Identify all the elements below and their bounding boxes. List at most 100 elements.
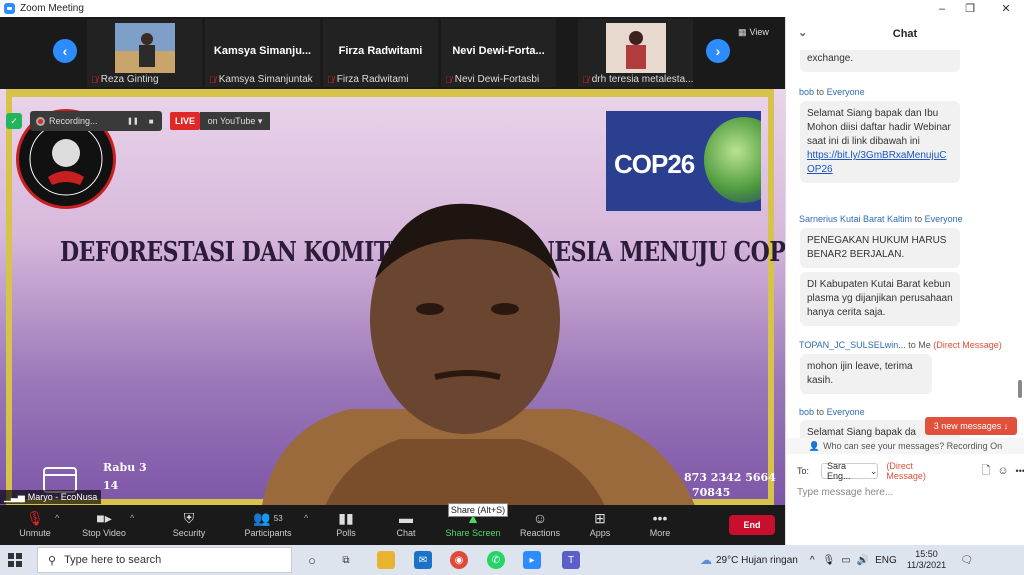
network-icon[interactable]: ▭ <box>841 555 850 566</box>
speaker-figure <box>262 203 695 505</box>
taskbar-search-box[interactable]: ⚲ Type here to search <box>37 547 292 573</box>
teams-icon[interactable]: T <box>562 551 580 569</box>
system-tray: ☁ 29°C Hujan ringan ^ 🎙 ▭ 🔊 ENG 15:50 11/… <box>700 545 973 575</box>
participant-display-name: Kamsya Simanju... <box>213 45 312 57</box>
notifications-icon[interactable]: 🗨 <box>960 555 973 566</box>
recipient-dropdown[interactable]: Sara Eng... ⌄ <box>821 461 879 481</box>
apps-icon: ⊞ <box>594 509 606 526</box>
weather-text[interactable]: 29°C Hujan ringan <box>716 555 798 566</box>
participant-display-name: Firza Radwitami <box>338 45 423 57</box>
shield-icon: ⛨ <box>183 509 195 526</box>
chevron-down-icon[interactable]: ⌄ <box>798 26 807 39</box>
title-bar: Zoom Meeting – ❐ ✕ <box>0 0 1024 17</box>
participant-label: 🎙̸ Reza Ginting <box>91 74 159 85</box>
security-shield-icon[interactable]: ✓ <box>6 113 22 129</box>
signal-icon: ▁▃▅ <box>4 491 25 502</box>
view-button[interactable]: ▦ View <box>738 25 778 39</box>
participant-photo <box>606 23 666 73</box>
participants-count: 53 <box>273 513 283 523</box>
file-icon[interactable]: 🗋 <box>981 462 990 481</box>
message-sender: TOPAN_JC_SULSELwin... to Me (Direct Mess… <box>799 340 1002 350</box>
chat-message: DI Kabupaten Kutai Barat kebun plasma yg… <box>800 272 960 326</box>
active-speaker-video: COP26 DEFORESTASI DAN KOMITME M INDONESI… <box>0 89 785 505</box>
muted-mic-icon: 🎙̸ <box>445 74 452 85</box>
chat-bubble-icon: ▬ <box>399 510 413 526</box>
chrome-icon[interactable]: ◉ <box>450 551 468 569</box>
message-sender: bob to Everyone <box>799 407 865 417</box>
participants-icon: 👥 53 <box>253 509 283 526</box>
more-options-icon[interactable]: ••• <box>1016 466 1024 476</box>
video-camera-icon: ■▸ <box>96 509 112 526</box>
end-meeting-button[interactable]: End <box>729 515 775 535</box>
maximize-button[interactable]: ❐ <box>954 0 986 17</box>
pause-recording-button[interactable]: ❚❚ <box>127 117 139 125</box>
participants-options-caret[interactable]: ^ <box>304 513 308 523</box>
stop-recording-button[interactable]: ■ <box>149 117 154 126</box>
cop26-logo: COP26 <box>606 111 761 211</box>
task-view-icon[interactable]: ⧉ <box>337 551 355 569</box>
more-button[interactable]: ••• More <box>625 509 695 543</box>
muted-mic-icon: 🎙̸ <box>91 74 98 85</box>
windows-start-icon[interactable] <box>8 553 22 567</box>
chevron-down-icon: ⌄ <box>869 465 878 476</box>
participant-label: 🎙̸ Kamsya Simanjuntak <box>209 74 313 85</box>
live-platform-dropdown[interactable]: on YouTube ▾ <box>200 112 270 130</box>
speaker-name-label: ▁▃▅ Maryo - EcoNusa <box>0 490 102 504</box>
chat-messages[interactable]: exchange. bob to Everyone Selamat Siang … <box>786 50 1024 443</box>
clock[interactable]: 15:50 11/3/2021 <box>907 549 946 571</box>
zoom-taskbar-icon[interactable]: ▸ <box>523 551 541 569</box>
security-button[interactable]: ⛨ Security <box>154 509 224 543</box>
live-badge[interactable]: LIVE <box>170 112 200 130</box>
stop-video-button[interactable]: ■▸ Stop Video <box>69 509 139 543</box>
bar-chart-icon: ▮▮ <box>338 509 354 526</box>
audio-options-caret[interactable]: ^ <box>55 513 59 523</box>
chat-message: Selamat Siang bapak dan Ibu Mohon diisi … <box>800 101 960 183</box>
participant-tile[interactable]: 🎙̸ drh teresia metalesta... <box>578 19 693 87</box>
participant-display-name: Nevi Dewi-Fortа... <box>452 45 545 57</box>
participant-tile[interactable]: Firza Radwitami 🎙̸ Firza Radwitami <box>323 19 438 87</box>
mail-icon[interactable]: ✉ <box>414 551 432 569</box>
video-options-caret[interactable]: ^ <box>130 513 134 523</box>
record-dot-icon <box>36 116 45 126</box>
participant-label: 🎙̸ Firza Radwitami <box>327 74 409 85</box>
muted-mic-icon: 🎙̸ <box>209 74 216 85</box>
participant-tile[interactable]: 🎙̸ Reza Ginting <box>87 19 202 87</box>
chat-message: exchange. <box>800 50 960 72</box>
close-button[interactable]: ✕ <box>990 0 1022 17</box>
recipient-bar: To: Sara Eng... ⌄ (Direct Message) 🗋 ☺ ••… <box>786 461 1024 481</box>
participants-button[interactable]: 👥 53 Participants <box>233 509 303 543</box>
muted-mic-icon: 🎙̸ <box>327 74 334 85</box>
volume-icon[interactable]: 🔊 <box>857 555 869 566</box>
chat-button[interactable]: ▬ Chat <box>371 509 441 543</box>
muted-mic-icon: 🎙̸ <box>582 74 589 85</box>
file-explorer-icon[interactable] <box>377 551 395 569</box>
zoom-logo-icon <box>4 3 15 14</box>
chevron-up-icon[interactable]: ^ <box>810 555 815 566</box>
mic-icon[interactable]: 🎙 <box>823 555 836 566</box>
language-indicator[interactable]: ENG <box>875 555 897 566</box>
chat-title: Chat <box>892 27 918 40</box>
whatsapp-icon[interactable]: ✆ <box>487 551 505 569</box>
cortana-icon[interactable]: ○ <box>303 551 321 569</box>
participant-tile[interactable]: Kamsya Simanju... 🎙̸ Kamsya Simanjuntak <box>205 19 320 87</box>
smiley-plus-icon: ☺ <box>532 510 548 526</box>
participant-tile[interactable]: Nevi Dewi-Fortа... 🎙̸ Nevi Dewi-Fortasbi <box>441 19 556 87</box>
next-page-button[interactable]: › <box>706 39 730 63</box>
unmute-button[interactable]: 🎙 Unmute <box>0 509 70 543</box>
message-visibility-notice[interactable]: 👤 Who can see your messages? Recording On <box>786 438 1024 454</box>
prev-page-button[interactable]: ‹ <box>53 39 77 63</box>
meeting-area: ‹ 🎙̸ Reza Ginting Kamsya Simanju... 🎙̸ Kam… <box>0 17 785 505</box>
chat-message: mohon ijin leave, terima kasih. <box>800 354 932 394</box>
thumbnail-strip: ‹ 🎙̸ Reza Ginting Kamsya Simanju... 🎙̸ Kam… <box>0 17 785 89</box>
new-messages-button[interactable]: 3 new messages ↓ <box>925 417 1017 435</box>
search-icon: ⚲ <box>48 554 57 567</box>
more-dots-icon: ••• <box>652 510 668 526</box>
chat-scrollbar[interactable] <box>1018 380 1022 398</box>
participant-photo <box>115 23 175 73</box>
webinar-link[interactable]: https://bit.ly/3GmBRxaMenujuCOP26 <box>807 150 947 175</box>
muted-mic-icon: 🎙 <box>26 509 44 526</box>
chat-input[interactable]: Type message here... <box>797 487 893 498</box>
emoji-icon[interactable]: ☺ <box>997 465 1008 477</box>
chat-header: ⌄ Chat <box>786 17 1024 50</box>
window-title: Zoom Meeting <box>20 3 84 14</box>
